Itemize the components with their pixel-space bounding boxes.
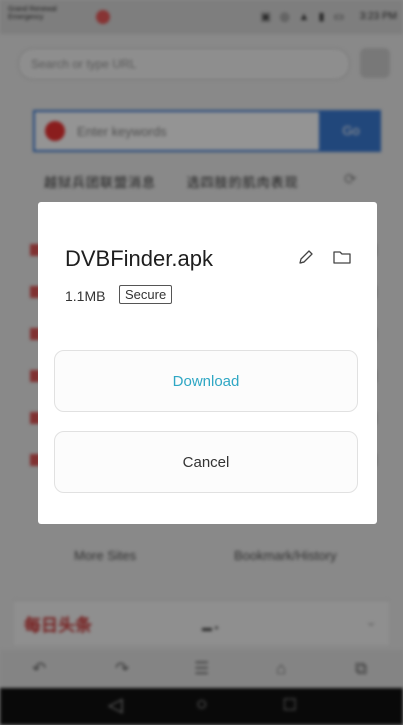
- file-size: 1.1MB: [65, 288, 106, 304]
- file-name: DVBFinder.apk: [65, 246, 213, 271]
- download-dialog: DVBFinder.apk 1.1MB Secure Download Canc…: [38, 202, 377, 524]
- edit-pencil-icon[interactable]: [296, 247, 316, 267]
- folder-icon[interactable]: [332, 248, 352, 266]
- secure-badge: Secure: [119, 285, 173, 304]
- cancel-button[interactable]: Cancel: [54, 431, 358, 493]
- download-button[interactable]: Download: [54, 350, 358, 412]
